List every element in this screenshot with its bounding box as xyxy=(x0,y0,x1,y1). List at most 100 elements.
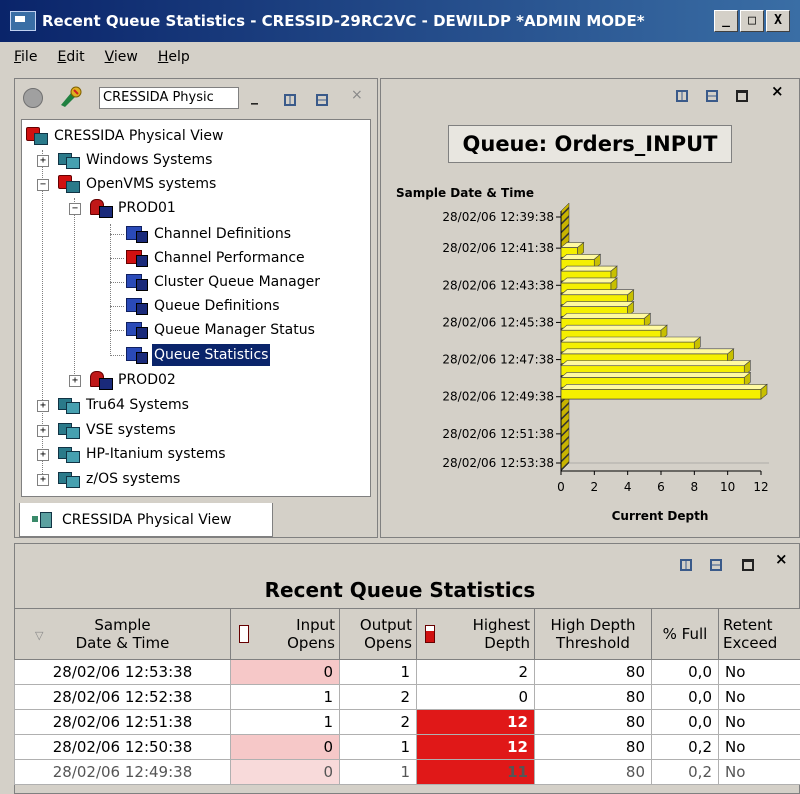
bar-top xyxy=(560,372,752,378)
tree-node-label: CRESSIDA Physical View xyxy=(54,128,224,144)
system-group-icon xyxy=(58,151,80,169)
system-group-alert-icon xyxy=(58,175,80,193)
split-vertical-icon[interactable] xyxy=(671,85,693,104)
gauge-full-icon xyxy=(425,625,435,643)
expand-icon[interactable]: + xyxy=(69,375,81,387)
tab-cressida-physical-view[interactable]: CRESSIDA Physical View xyxy=(19,503,273,537)
menu-help[interactable]: Help xyxy=(158,49,190,65)
network-view-icon xyxy=(32,511,54,529)
col-header-line: Highest xyxy=(472,616,530,634)
tree-connector xyxy=(110,234,124,235)
maximize-panel-icon[interactable] xyxy=(731,85,753,104)
split-horizontal-icon[interactable] xyxy=(701,85,723,104)
tree-node-tru64-systems[interactable]: Tru64 Systems xyxy=(58,394,191,416)
tree-node-channel-definitions[interactable]: Channel Definitions xyxy=(126,223,293,245)
tree-node-label: z/OS systems xyxy=(86,471,181,487)
split-horizontal-icon[interactable] xyxy=(311,89,333,108)
col-header-retention-exceeded[interactable]: Retent Exceed xyxy=(718,608,800,660)
col-header-line: Opens xyxy=(287,634,335,652)
table-row[interactable]: 28/02/06 12:50:38 0 1 12 80 0,2 No xyxy=(14,734,800,760)
minimize-button[interactable]: _ xyxy=(714,10,738,32)
bar-top xyxy=(560,324,668,331)
maximize-panel-icon[interactable] xyxy=(737,554,759,573)
table-cell: 1 xyxy=(339,759,417,785)
table-cell: 80 xyxy=(534,759,652,785)
tree-node-vse-systems[interactable]: VSE systems xyxy=(58,419,178,441)
tree-node-label: OpenVMS systems xyxy=(86,176,217,192)
table-cell: 1 xyxy=(339,659,417,685)
col-header-input-opens[interactable]: Input Opens xyxy=(230,608,340,660)
tree-node-openvms-systems[interactable]: OpenVMS systems xyxy=(58,173,218,195)
app-icon xyxy=(10,11,36,31)
tree-node-queue-statistics[interactable]: Queue Statistics xyxy=(126,344,271,366)
table-cell: 28/02/06 12:49:38 xyxy=(14,759,231,785)
close-button[interactable]: X xyxy=(766,10,790,32)
stop-icon[interactable] xyxy=(23,88,43,108)
table-cell: 1 xyxy=(230,709,340,735)
col-header-line: Input xyxy=(296,616,335,634)
x-tick-label: 4 xyxy=(624,480,632,494)
close-panel-icon[interactable]: × xyxy=(771,82,784,100)
col-header-highest-depth[interactable]: Highest Depth xyxy=(416,608,535,660)
collapse-icon[interactable]: − xyxy=(37,179,49,191)
table-row[interactable]: 28/02/06 12:49:38 0 1 11 80 0,2 No xyxy=(14,759,800,785)
expand-icon[interactable]: + xyxy=(37,400,49,412)
tree-connector xyxy=(110,355,124,356)
expand-icon[interactable]: + xyxy=(37,425,49,437)
expand-icon[interactable]: + xyxy=(37,474,49,486)
tree-node-hp-itanium-systems[interactable]: HP-Itanium systems xyxy=(58,443,228,465)
expand-icon[interactable]: + xyxy=(37,155,49,167)
table-cell: 80 xyxy=(534,659,652,685)
close-panel-icon[interactable]: × xyxy=(351,87,363,103)
menu-edit[interactable]: Edit xyxy=(57,49,84,65)
table-cell: 0,0 xyxy=(651,684,719,710)
menu-view[interactable]: View xyxy=(105,49,138,65)
table-cell: 1 xyxy=(339,734,417,760)
table-cell: 0,0 xyxy=(651,709,719,735)
tree-node-cressida-root[interactable]: CRESSIDA Physical View xyxy=(26,125,225,147)
col-header-sample-time[interactable]: ▽ Sample Date & Time xyxy=(14,608,231,660)
minimize-panel-icon[interactable]: _ xyxy=(251,89,258,105)
system-group-icon xyxy=(58,470,80,488)
table-row[interactable]: 28/02/06 12:52:38 1 2 0 80 0,0 No xyxy=(14,684,800,710)
maximize-button[interactable]: □ xyxy=(740,10,764,32)
tree-node-queue-manager-status[interactable]: Queue Manager Status xyxy=(126,319,317,341)
tree-node-zos-systems[interactable]: z/OS systems xyxy=(58,468,182,490)
tree-node-prod02[interactable]: PROD02 xyxy=(90,369,178,391)
col-header-percent-full[interactable]: % Full xyxy=(651,608,719,660)
table-title: Recent Queue Statistics xyxy=(264,578,536,602)
x-tick-label: 10 xyxy=(720,480,735,494)
collapse-icon[interactable]: − xyxy=(69,203,81,215)
tree-node-channel-performance[interactable]: Channel Performance xyxy=(126,247,307,269)
wrench-icon[interactable] xyxy=(57,85,85,109)
table-row[interactable]: 28/02/06 12:53:38 0 1 2 80 0,0 No xyxy=(14,659,800,685)
x-tick-label: 8 xyxy=(691,480,699,494)
tree-node-prod01[interactable]: PROD01 xyxy=(90,197,178,219)
split-vertical-icon[interactable] xyxy=(675,554,697,573)
expand-icon[interactable]: + xyxy=(37,449,49,461)
split-horizontal-icon[interactable] xyxy=(705,554,727,573)
table-cell: 28/02/06 12:53:38 xyxy=(14,659,231,685)
y-tick-label: 28/02/06 12:47:38 xyxy=(442,353,554,367)
tree-connector xyxy=(110,306,124,307)
tree-connector xyxy=(74,198,75,378)
table-cell: No xyxy=(718,759,800,785)
col-header-line: Opens xyxy=(364,634,412,652)
tree-node-queue-definitions[interactable]: Queue Definitions xyxy=(126,295,282,317)
split-vertical-icon[interactable] xyxy=(279,89,301,108)
view-selector-combo[interactable]: CRESSIDA Physic xyxy=(99,87,239,109)
bar-top xyxy=(560,301,635,307)
table-cell: No xyxy=(718,684,800,710)
tree-node-label: Queue Manager Status xyxy=(154,322,315,338)
tree-node-cluster-queue-manager[interactable]: Cluster Queue Manager xyxy=(126,271,322,293)
close-panel-icon[interactable]: × xyxy=(775,550,788,568)
tree-node-label: PROD01 xyxy=(118,200,176,216)
menu-file[interactable]: File xyxy=(14,49,37,65)
table-row[interactable]: 28/02/06 12:51:38 1 2 12 80 0,0 No xyxy=(14,709,800,735)
col-header-line: High Depth xyxy=(550,616,636,634)
col-header-high-depth-threshold[interactable]: High Depth Threshold xyxy=(534,608,652,660)
tree-node-windows-systems[interactable]: Windows Systems xyxy=(58,149,214,171)
gauge-empty-icon xyxy=(239,625,249,643)
col-header-output-opens[interactable]: Output Opens xyxy=(339,608,417,660)
table-cell: No xyxy=(718,734,800,760)
